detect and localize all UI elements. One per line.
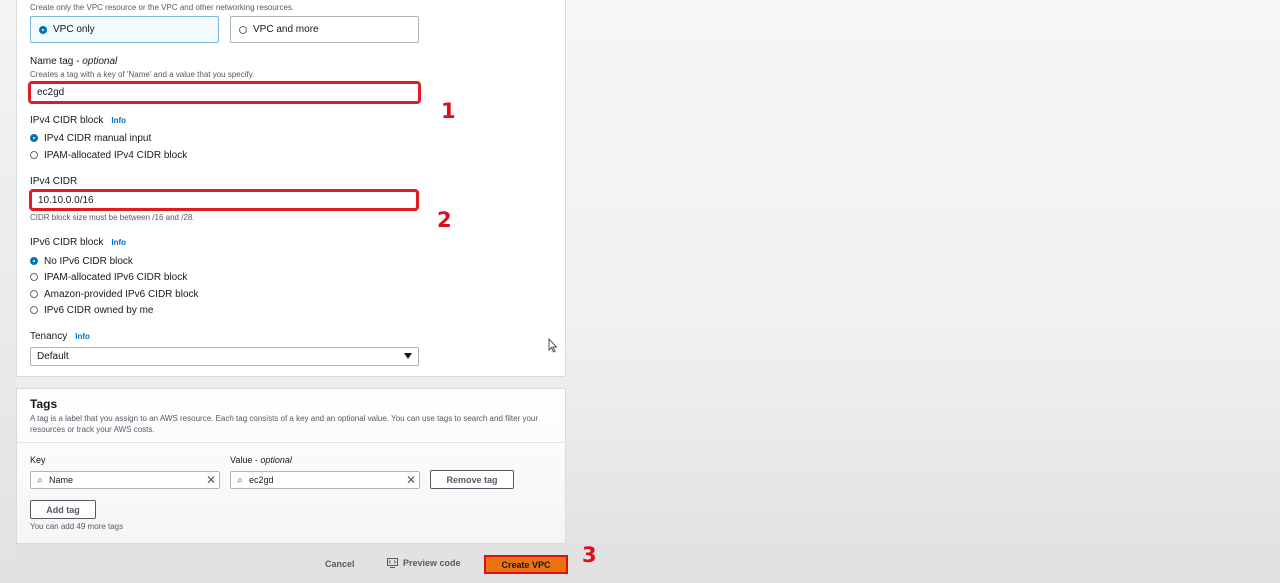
radio-empty-icon [30,273,38,281]
radio-empty-icon [30,290,38,298]
tags-panel [16,388,566,544]
create-vpc-button[interactable]: Create VPC [484,555,568,574]
code-window-icon [387,558,398,568]
ipv4-block-label-text: IPv4 CIDR block [30,115,104,126]
tags-divider [16,442,566,443]
tags-description: A tag is a label that you assign to an A… [30,414,539,434]
step-annotation-2: 2 [437,208,452,232]
left-gutter [0,0,16,583]
preview-code-label: Preview code [403,558,461,568]
ipv6-block-info-link[interactable]: Info [111,238,126,247]
clear-icon[interactable]: ✕ [203,473,219,487]
resource-option-label: VPC only [53,24,95,35]
mouse-pointer-icon [548,338,558,353]
ipv4-option-label: IPv4 CIDR manual input [44,132,152,144]
tag-value-label: Value - optional [230,455,292,465]
ipv4-cidr-hint: CIDR block size must be between /16 and … [30,213,195,222]
ipv4-cidr-label: IPv4 CIDR [30,176,78,187]
radio-empty-icon [239,25,247,34]
ipv6-option-label: IPv6 CIDR owned by me [44,304,154,316]
caret-down-icon [404,353,412,359]
ipv6-option-ipam[interactable]: IPAM-allocated IPv6 CIDR block [30,270,187,284]
name-tag-label: Name tag - optional [30,56,118,67]
name-tag-label-text: Name tag [30,56,74,67]
step-annotation-3: 3 [582,543,597,567]
radio-empty-icon [30,306,38,314]
radio-empty-icon [30,151,38,159]
ipv6-option-label: IPAM-allocated IPv6 CIDR block [44,271,188,283]
step-annotation-1: 1 [441,99,456,123]
resource-option-vpc-only[interactable]: VPC only [30,16,219,43]
ipv4-option-ipam[interactable]: IPAM-allocated IPv4 CIDR block [30,148,187,162]
preview-code-button[interactable]: Preview code [387,558,461,568]
tag-key-value: Name [49,475,74,485]
tag-value-value: ec2gd [249,475,274,485]
name-tag-value: ec2gd [37,87,65,98]
tag-key-label: Key [30,455,46,465]
tag-value-input[interactable]: ⌕ ec2gd ✕ [230,471,420,489]
resource-option-vpc-and-more[interactable]: VPC and more [230,16,419,43]
tag-key-input[interactable]: ⌕ Name ✕ [30,471,220,489]
ipv6-option-none[interactable]: No IPv6 CIDR block [30,254,133,268]
search-icon: ⌕ [237,474,243,486]
remove-tag-button[interactable]: Remove tag [430,470,514,489]
search-icon: ⌕ [37,474,43,486]
tenancy-info-link[interactable]: Info [75,332,90,341]
tenancy-select[interactable]: Default [30,347,419,366]
ipv4-cidr-input[interactable]: 10.10.0.0/16 [29,189,419,211]
tenancy-label: Tenancy Info [30,331,90,342]
tags-remaining-hint: You can add 49 more tags [30,522,124,531]
ipv6-option-label: Amazon-provided IPv6 CIDR block [44,288,199,300]
tags-title: Tags [30,397,58,411]
clear-icon[interactable]: ✕ [403,473,419,487]
tenancy-label-text: Tenancy [30,331,68,342]
name-tag-hint: Creates a tag with a key of 'Name' and a… [30,70,255,79]
ipv4-option-manual[interactable]: IPv4 CIDR manual input [30,131,151,145]
ipv6-option-label: No IPv6 CIDR block [44,255,133,267]
cancel-button[interactable]: Cancel [325,559,355,569]
ipv4-cidr-value: 10.10.0.0/16 [38,194,94,206]
ipv6-option-amazon[interactable]: Amazon-provided IPv6 CIDR block [30,287,199,301]
resource-option-label: VPC and more [253,24,319,35]
resources-hint: Create only the VPC resource or the VPC … [30,3,295,12]
tag-value-label-text: Value [230,455,253,465]
ipv6-option-owned[interactable]: IPv6 CIDR owned by me [30,303,154,317]
ipv4-block-info-link[interactable]: Info [111,116,126,125]
tenancy-value: Default [37,351,69,362]
ipv6-block-label-text: IPv6 CIDR block [30,237,104,248]
tag-value-optional: optional [260,455,292,465]
add-tag-button[interactable]: Add tag [30,500,96,519]
ipv4-option-label: IPAM-allocated IPv4 CIDR block [44,149,188,161]
ipv6-block-label: IPv6 CIDR block Info [30,237,126,248]
name-tag-optional: optional [82,56,118,67]
radio-selected-icon [30,134,38,142]
radio-selected-icon [39,25,47,34]
ipv4-block-label: IPv4 CIDR block Info [30,115,126,126]
name-tag-input[interactable]: ec2gd [28,81,421,104]
radio-selected-icon [30,257,38,265]
